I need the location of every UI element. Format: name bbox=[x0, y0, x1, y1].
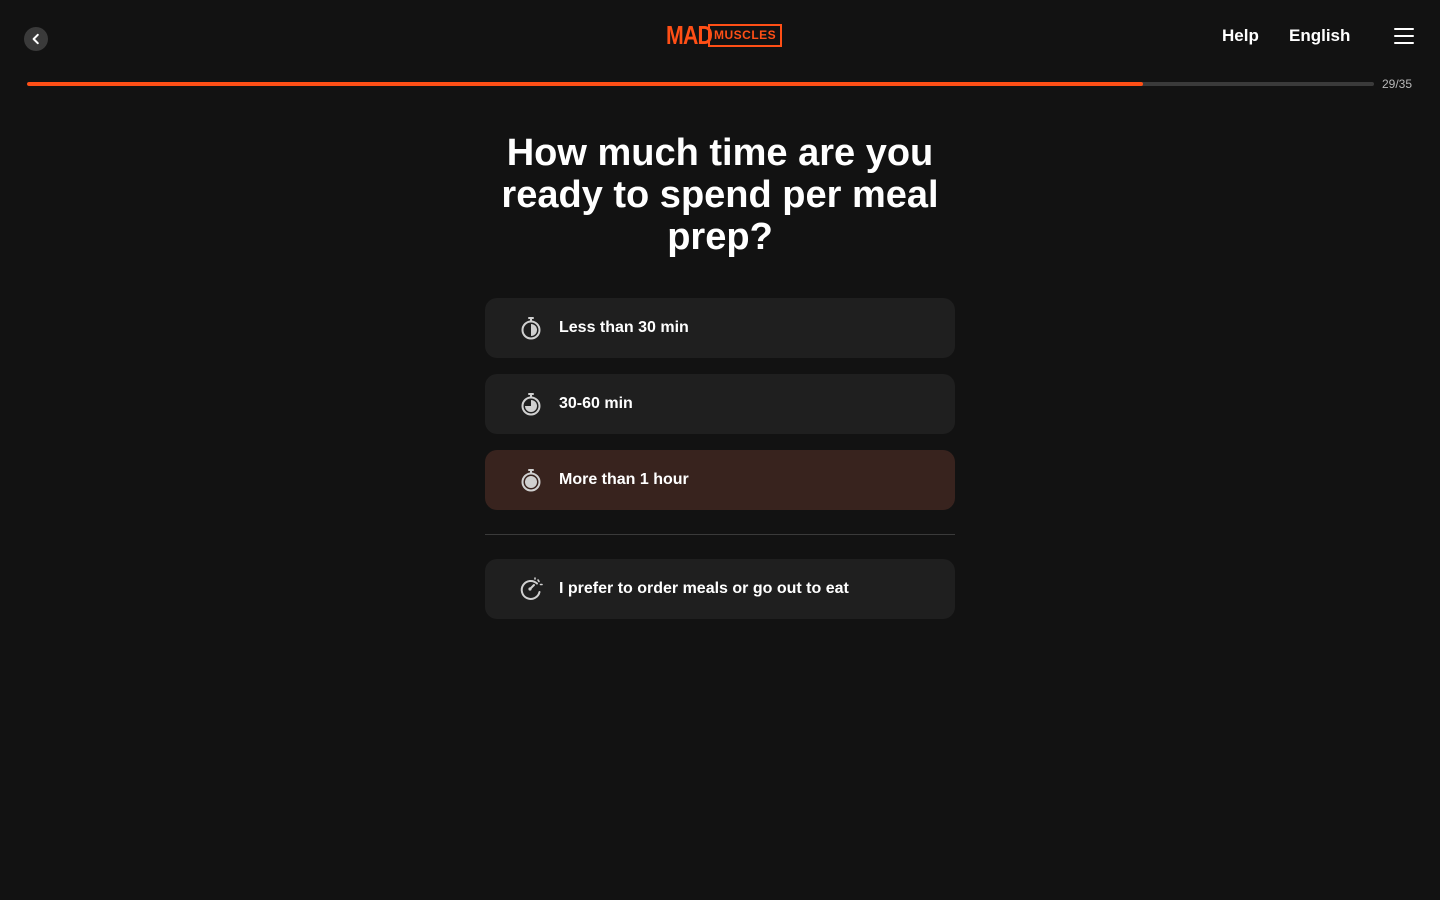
stopwatch-half-icon bbox=[519, 316, 543, 340]
option-more-than-1-hour[interactable]: More than 1 hour bbox=[485, 450, 955, 510]
question-title: How much time are you ready to spend per… bbox=[501, 132, 939, 258]
option-label: I prefer to order meals or go out to eat bbox=[559, 580, 849, 597]
back-button[interactable] bbox=[24, 27, 48, 51]
chevron-left-icon bbox=[32, 33, 39, 45]
answer-options: Less than 30 min 30-60 min More than 1 h… bbox=[485, 298, 955, 526]
delivery-clock-icon bbox=[519, 577, 543, 601]
divider bbox=[485, 534, 955, 535]
menu-button[interactable] bbox=[1394, 28, 1414, 44]
option-30-60-min[interactable]: 30-60 min bbox=[485, 374, 955, 434]
option-label: More than 1 hour bbox=[559, 471, 689, 488]
language-selector[interactable]: English bbox=[1289, 26, 1350, 46]
help-link[interactable]: Help bbox=[1222, 26, 1259, 46]
quiz-page: MAD MUSCLES Help English 29/35 How much … bbox=[0, 0, 1440, 900]
brand-logo[interactable]: MAD MUSCLES bbox=[666, 20, 783, 50]
logo-primary: MAD bbox=[666, 20, 713, 50]
hamburger-menu-icon bbox=[1394, 28, 1414, 30]
stopwatch-three-quarter-icon bbox=[519, 392, 543, 416]
progress-bar bbox=[27, 82, 1374, 86]
progress-counter: 29/35 bbox=[1382, 77, 1413, 91]
logo-secondary: MUSCLES bbox=[708, 24, 783, 47]
option-order-or-eat-out[interactable]: I prefer to order meals or go out to eat bbox=[485, 559, 955, 619]
progress-bar-fill bbox=[27, 82, 1144, 86]
option-label: Less than 30 min bbox=[559, 319, 689, 336]
option-less-than-30-min[interactable]: Less than 30 min bbox=[485, 298, 955, 358]
option-label: 30-60 min bbox=[559, 395, 633, 412]
stopwatch-full-icon bbox=[519, 468, 543, 492]
